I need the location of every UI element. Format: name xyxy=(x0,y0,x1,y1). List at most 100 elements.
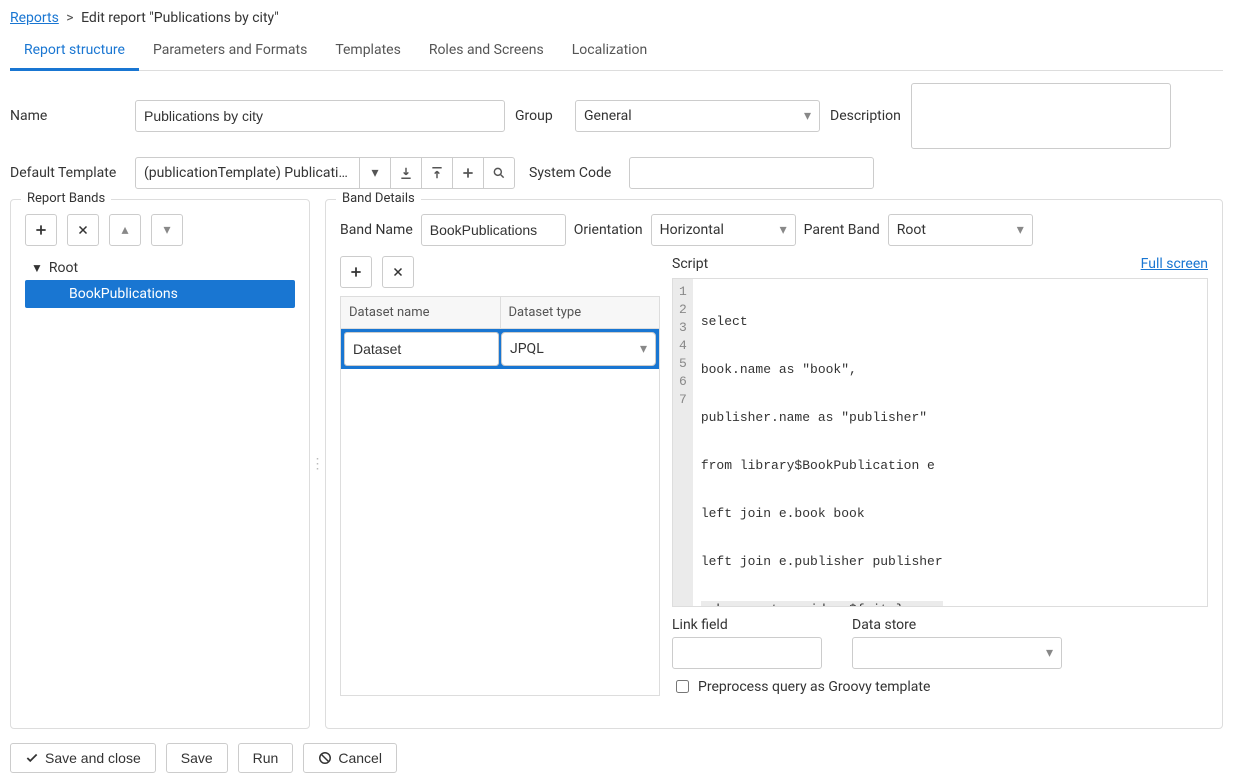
breadcrumb: Reports > Edit report "Publications by c… xyxy=(10,10,1223,26)
editor-code[interactable]: select book.name as "book", publisher.na… xyxy=(693,279,951,606)
description-textarea[interactable] xyxy=(911,83,1171,149)
tabs: Report structure Parameters and Formats … xyxy=(10,34,1223,71)
dataset-col-name: Dataset name xyxy=(341,297,501,328)
script-label: Script xyxy=(672,256,708,272)
name-input[interactable] xyxy=(135,100,505,132)
chevron-down-icon: ▾ xyxy=(1017,222,1024,238)
upload-icon xyxy=(430,166,444,180)
code-line: where e.town.id = ${city} xyxy=(701,601,943,607)
code-line: left join e.publisher publisher xyxy=(701,553,943,571)
check-icon xyxy=(25,751,39,765)
band-down-button[interactable]: ▾ xyxy=(151,214,183,246)
splitter-handle[interactable]: ⋮ xyxy=(310,199,325,729)
template-upload-button[interactable] xyxy=(421,157,453,189)
dataset-type-value: JPQL xyxy=(510,341,544,357)
dataset-remove-button[interactable] xyxy=(382,256,414,288)
orientation-select[interactable]: Horizontal ▾ xyxy=(651,214,796,246)
code-line: publisher.name as "publisher" xyxy=(701,409,943,427)
band-details-legend: Band Details xyxy=(336,191,421,206)
plus-icon xyxy=(34,223,48,237)
close-icon xyxy=(392,266,404,278)
run-button[interactable]: Run xyxy=(238,743,294,773)
group-select-value: General xyxy=(584,108,632,124)
chevron-down-icon: ▾ xyxy=(1046,645,1053,661)
tree-root-label: Root xyxy=(49,260,78,276)
full-screen-link[interactable]: Full screen xyxy=(1141,256,1208,272)
bands-tree: ▼ Root BookPublications xyxy=(25,256,295,308)
footer-actions: Save and close Save Run Cancel xyxy=(10,743,1223,773)
close-icon xyxy=(77,224,89,236)
tree-expand-icon: ▼ xyxy=(31,261,43,275)
tab-localization[interactable]: Localization xyxy=(558,34,662,71)
editor-gutter: 1234567 xyxy=(673,279,693,606)
tree-root-node[interactable]: ▼ Root xyxy=(25,256,295,280)
chevron-down-icon: ▾ xyxy=(804,108,811,124)
template-download-button[interactable] xyxy=(390,157,422,189)
link-field-label: Link field xyxy=(672,617,822,633)
preprocess-label: Preprocess query as Groovy template xyxy=(698,679,930,695)
template-add-button[interactable] xyxy=(452,157,484,189)
ban-icon xyxy=(318,751,332,765)
report-bands-legend: Report Bands xyxy=(21,191,111,206)
dataset-add-button[interactable] xyxy=(340,256,372,288)
tab-templates[interactable]: Templates xyxy=(321,34,415,71)
band-name-input[interactable] xyxy=(421,214,566,246)
chevron-down-icon: ▾ xyxy=(780,222,787,238)
orientation-value: Horizontal xyxy=(660,222,724,238)
caret-up-icon: ▴ xyxy=(121,222,128,238)
parent-band-select[interactable]: Root ▾ xyxy=(888,214,1033,246)
link-field-input[interactable] xyxy=(672,637,822,669)
caret-down-icon: ▾ xyxy=(163,222,170,238)
dataset-table: Dataset name Dataset type JPQL ▾ xyxy=(340,296,660,696)
default-template-select[interactable]: (publicationTemplate) Publication xyxy=(135,157,360,189)
script-editor[interactable]: 1234567 select book.name as "book", publ… xyxy=(672,278,1208,607)
breadcrumb-root-link[interactable]: Reports xyxy=(10,10,59,26)
dataset-panel: Dataset name Dataset type JPQL ▾ xyxy=(340,256,660,696)
preprocess-checkbox[interactable] xyxy=(676,680,689,693)
breadcrumb-sep: > xyxy=(66,10,73,26)
data-store-select[interactable]: ▾ xyxy=(852,637,1062,669)
dataset-name-input[interactable] xyxy=(345,333,498,365)
breadcrumb-current: Edit report "Publications by city" xyxy=(81,10,279,26)
code-line: from library$BookPublication e xyxy=(701,457,943,475)
search-icon xyxy=(492,166,506,180)
tab-roles-screens[interactable]: Roles and Screens xyxy=(415,34,558,71)
parent-band-value: Root xyxy=(897,222,926,238)
plus-icon xyxy=(349,265,363,279)
dataset-col-type: Dataset type xyxy=(501,297,660,328)
report-bands-panel: Report Bands ▴ ▾ ▼ Root BookPublications xyxy=(10,199,310,729)
band-name-label: Band Name xyxy=(340,222,413,238)
code-line: left join e.book book xyxy=(701,505,943,523)
save-and-close-label: Save and close xyxy=(45,750,141,766)
save-and-close-button[interactable]: Save and close xyxy=(10,743,156,773)
band-add-button[interactable] xyxy=(25,214,57,246)
plus-icon xyxy=(461,166,475,180)
default-template-label: Default Template xyxy=(10,165,125,181)
download-icon xyxy=(399,166,413,180)
dataset-row[interactable]: JPQL ▾ xyxy=(341,329,659,369)
group-select[interactable]: General ▾ xyxy=(575,100,820,132)
group-label: Group xyxy=(515,108,565,124)
cancel-button[interactable]: Cancel xyxy=(303,743,397,773)
name-label: Name xyxy=(10,108,125,124)
orientation-label: Orientation xyxy=(574,222,643,238)
template-dropdown-button[interactable]: ▾ xyxy=(359,157,391,189)
code-line: select xyxy=(701,313,943,331)
chevron-down-icon: ▾ xyxy=(640,341,647,357)
script-panel: Script Full screen 1234567 select book.n… xyxy=(672,256,1208,696)
dataset-type-select[interactable]: JPQL ▾ xyxy=(502,333,655,365)
code-line: book.name as "book", xyxy=(701,361,943,379)
default-template-value: (publicationTemplate) Publication xyxy=(144,165,351,181)
band-remove-button[interactable] xyxy=(67,214,99,246)
cancel-label: Cancel xyxy=(338,750,382,766)
save-button[interactable]: Save xyxy=(166,743,228,773)
template-search-button[interactable] xyxy=(483,157,515,189)
tree-child-bookpublications[interactable]: BookPublications xyxy=(25,280,295,308)
system-code-input[interactable] xyxy=(629,157,874,189)
chevron-down-icon: ▾ xyxy=(371,165,378,181)
tab-parameters-formats[interactable]: Parameters and Formats xyxy=(139,34,321,71)
description-label: Description xyxy=(830,108,901,124)
band-up-button[interactable]: ▴ xyxy=(109,214,141,246)
dataset-table-header: Dataset name Dataset type xyxy=(341,297,659,329)
tab-report-structure[interactable]: Report structure xyxy=(10,34,139,71)
